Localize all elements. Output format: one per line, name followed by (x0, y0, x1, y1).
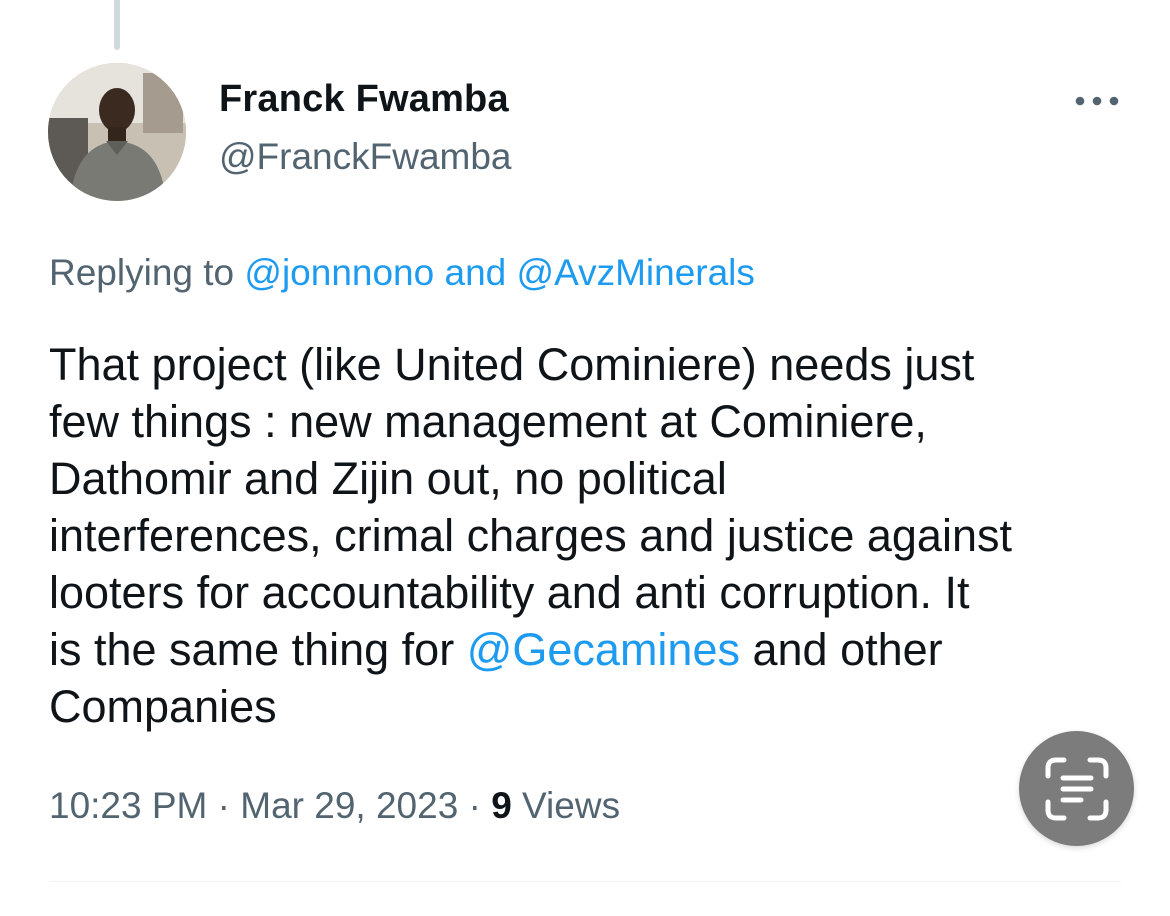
tweet-divider (49, 881, 1121, 882)
mention-gecamines[interactable]: @Gecamines (467, 624, 740, 675)
tweet-text: That project (like United Cominiere) nee… (49, 336, 1129, 735)
tweet-text-line: interferences, crimal charges and justic… (49, 510, 1012, 561)
replying-to-line: Replying to @jonnnono and @AvzMinerals (49, 252, 755, 294)
tweet-time[interactable]: 10:23 PM (49, 785, 207, 826)
tweet-text-line: That project (like United Cominiere) nee… (49, 339, 975, 390)
mention-joiner[interactable]: and (434, 252, 516, 293)
tweet-text-fragment: and other (739, 624, 943, 675)
tweet-text-line-6: is the same thing for @Gecamines and oth… (49, 621, 1129, 678)
more-horizontal-icon (1075, 96, 1119, 106)
author-avatar[interactable] (48, 63, 186, 201)
tweet-text-fragment: is the same thing for (49, 624, 467, 675)
author-handle[interactable]: @FranckFwamba (219, 136, 512, 178)
views-count[interactable]: 9 (491, 785, 512, 826)
views-label[interactable]: Views (512, 785, 620, 826)
meta-separator: · (458, 785, 492, 826)
avatar-photo (48, 63, 186, 201)
replying-to-label: Replying to (49, 252, 245, 293)
tweet-date[interactable]: Mar 29, 2023 (240, 785, 458, 826)
thread-connector-line (114, 0, 120, 50)
tweet-text-line: Companies (49, 681, 277, 732)
text-scan-icon (1045, 757, 1108, 820)
author-display-name[interactable]: Franck Fwamba (219, 78, 509, 121)
more-options-button[interactable] (1072, 86, 1122, 116)
mention-avzminerals[interactable]: @AvzMinerals (517, 252, 755, 293)
meta-separator: · (207, 785, 241, 826)
tweet-text-line: few things : new management at Cominiere… (49, 396, 927, 447)
live-text-scan-button[interactable] (1019, 731, 1134, 846)
tweet-text-line: Dathomir and Zijin out, no political (49, 453, 727, 504)
tweet-metadata: 10:23 PM · Mar 29, 2023 · 9 Views (49, 785, 620, 827)
tweet-text-line: looters for accountability and anti corr… (49, 567, 970, 618)
mention-jonnnono[interactable]: @jonnnono (244, 252, 434, 293)
